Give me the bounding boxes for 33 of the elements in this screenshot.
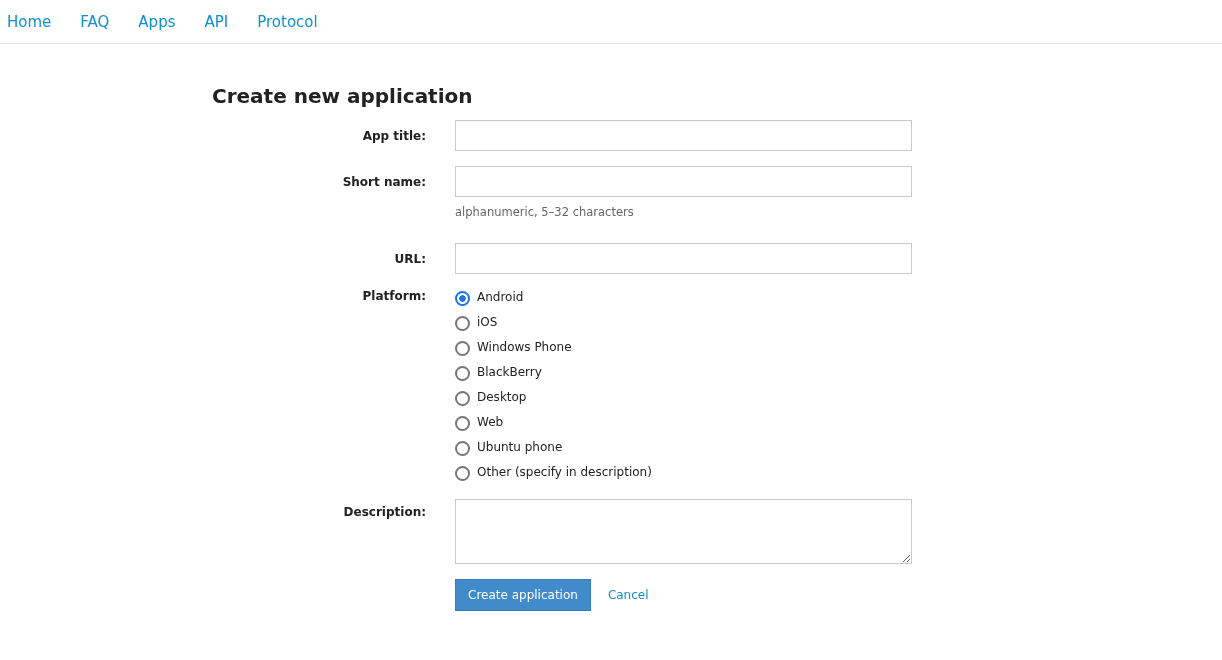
field-hint: alphanumeric, 5–32 characters [455, 205, 635, 219]
nav-link[interactable]: API [204, 12, 229, 31]
radio-label[interactable]: Web [477, 414, 504, 429]
field-label: Short name: [341, 174, 426, 191]
radio-button[interactable] [455, 366, 470, 381]
radio-button[interactable] [455, 391, 470, 406]
nav-link[interactable]: Home [7, 12, 52, 31]
text-input[interactable] [455, 120, 912, 151]
create-application-button[interactable]: Create application [455, 579, 591, 611]
radio-label[interactable]: Windows Phone [477, 339, 572, 354]
radio-button[interactable] [455, 466, 470, 481]
radio-label[interactable]: Ubuntu phone [477, 439, 563, 454]
radio-label[interactable]: Android [477, 289, 524, 304]
radio-button[interactable] [455, 341, 470, 356]
field-label: URL: [393, 251, 426, 268]
radio-label[interactable]: Desktop [477, 389, 527, 404]
radio-label[interactable]: BlackBerry [477, 364, 542, 379]
nav-link[interactable]: Apps [138, 12, 176, 31]
text-input[interactable] [455, 166, 912, 197]
radio-button[interactable] [455, 416, 470, 431]
cancel-link[interactable]: Cancel [607, 588, 649, 602]
field-label: App title: [361, 128, 426, 145]
radio-button[interactable] [455, 441, 470, 456]
radio-label[interactable]: iOS [477, 314, 498, 329]
field-label: Description: [342, 504, 426, 521]
text-input[interactable] [455, 243, 912, 274]
radio-button[interactable] [455, 291, 470, 306]
radio-label[interactable]: Other (specify in description) [477, 464, 652, 479]
field-label: Platform: [361, 289, 426, 305]
page-heading: Create new application [212, 83, 474, 110]
nav-link[interactable]: FAQ [80, 12, 110, 31]
radio-button[interactable] [455, 316, 470, 331]
nav-link[interactable]: Protocol [257, 12, 318, 31]
